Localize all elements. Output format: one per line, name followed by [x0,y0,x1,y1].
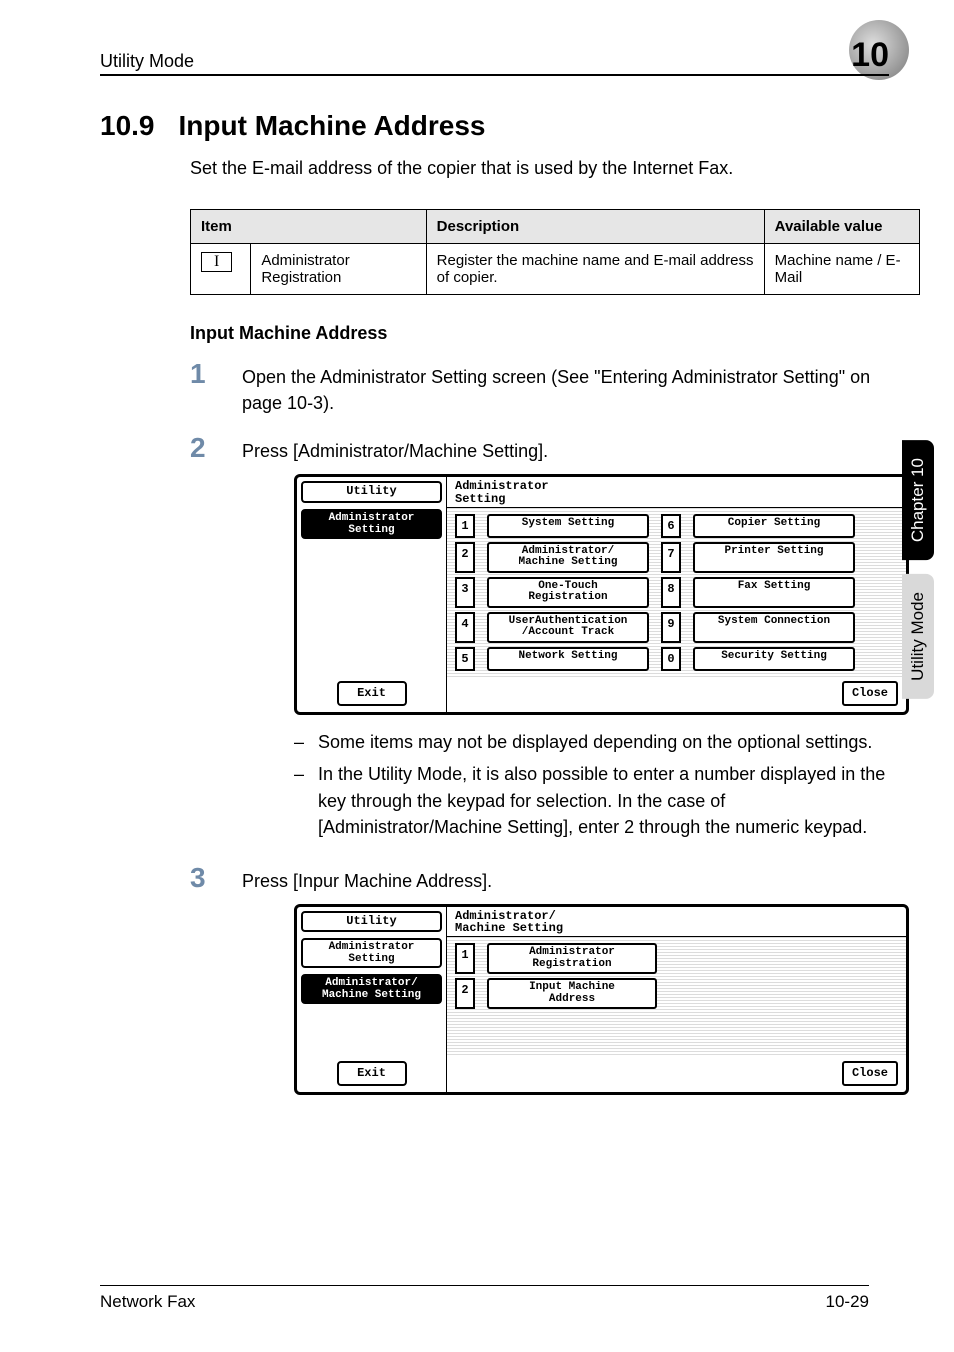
keypad-num: 1 [455,943,475,974]
roman-one: I [201,252,232,272]
panel-title: Administrator Setting [447,477,906,507]
keypad-num: 1 [455,514,475,538]
sidebar-admin-tag[interactable]: Administrator Setting [301,938,442,968]
keypad-num: 4 [455,612,475,643]
bullet-dash: – [294,729,304,755]
btn-onetouch[interactable]: One-Touch Registration [487,577,649,608]
step-text: Press [Inpur Machine Address]. [242,868,909,894]
runhead-chapter-number: 10 [851,38,889,72]
keypad-num: 2 [455,542,475,573]
step-2: 2 Press [Administrator/Machine Setting].… [190,432,889,845]
sidebar-utility-tag[interactable]: Utility [301,481,442,502]
td-available: Machine name / E-Mail [764,244,919,295]
bullet-dash: – [294,761,304,839]
procedure-heading: Input Machine Address [190,323,889,344]
th-description: Description [426,210,764,244]
btn-input-machine-address[interactable]: Input Machine Address [487,978,657,1009]
footer-right: 10-29 [826,1292,869,1312]
description-table: Item Description Available value I Admin… [190,209,920,295]
th-available: Available value [764,210,919,244]
btn-userauth[interactable]: UserAuthentication /Account Track [487,612,649,643]
side-tab-mode: Utility Mode [902,574,934,699]
keypad-num: 0 [661,647,681,671]
keypad-num: 7 [661,542,681,573]
exit-button[interactable]: Exit [337,681,407,706]
td-description: Register the machine name and E-mail add… [426,244,764,295]
keypad-num: 3 [455,577,475,608]
btn-system-setting[interactable]: System Setting [487,514,649,538]
section-heading: 10.9 Input Machine Address [100,110,889,142]
btn-admin-registration[interactable]: Administrator Registration [487,943,657,974]
footer-left: Network Fax [100,1292,195,1312]
page-footer: Network Fax 10-29 [100,1285,869,1312]
keypad-num: 2 [455,978,475,1009]
keypad-num: 6 [661,514,681,538]
keypad-num: 5 [455,647,475,671]
btn-fax-setting[interactable]: Fax Setting [693,577,855,608]
btn-admin-machine-setting[interactable]: Administrator/ Machine Setting [487,542,649,573]
step-number: 2 [190,432,218,845]
note-text: Some items may not be displayed dependin… [318,729,872,755]
side-tab-chapter: Chapter 10 [902,440,934,560]
section-intro: Set the E-mail address of the copier tha… [190,156,889,181]
btn-network-setting[interactable]: Network Setting [487,647,649,671]
runhead-left: Utility Mode [100,51,194,72]
section-number: 10.9 [100,110,155,142]
lcd-admin-setting: Utility Administrator Setting Exit Admin… [294,474,909,715]
keypad-num: 8 [661,577,681,608]
lcd-admin-machine-setting: Utility Administrator Setting Administra… [294,904,909,1096]
close-button[interactable]: Close [842,1061,898,1086]
step-number: 3 [190,862,218,1110]
step-text: Open the Administrator Setting screen (S… [242,358,889,416]
th-item: Item [191,210,427,244]
exit-button[interactable]: Exit [337,1061,407,1086]
side-tabs: Chapter 10 Utility Mode [902,440,934,699]
step-text: Press [Administrator/Machine Setting]. [242,438,909,464]
step-number: 1 [190,358,218,416]
sidebar-machine-tag[interactable]: Administrator/ Machine Setting [301,974,442,1004]
note-text: In the Utility Mode, it is also possible… [318,761,909,839]
step-1: 1 Open the Administrator Setting screen … [190,358,889,416]
btn-system-connection[interactable]: System Connection [693,612,855,643]
sidebar-utility-tag[interactable]: Utility [301,911,442,932]
section-title: Input Machine Address [179,110,486,142]
running-header: Utility Mode 10 [100,38,889,76]
td-item: Administrator Registration [251,244,426,295]
step-2-notes: – Some items may not be displayed depend… [294,729,909,839]
sidebar-admin-tag[interactable]: Administrator Setting [301,509,442,539]
btn-copier-setting[interactable]: Copier Setting [693,514,855,538]
step-3: 3 Press [Inpur Machine Address]. Utility… [190,862,889,1110]
btn-printer-setting[interactable]: Printer Setting [693,542,855,573]
close-button[interactable]: Close [842,681,898,706]
btn-security-setting[interactable]: Security Setting [693,647,855,671]
panel-title: Administrator/ Machine Setting [447,907,906,937]
keypad-num: 9 [661,612,681,643]
